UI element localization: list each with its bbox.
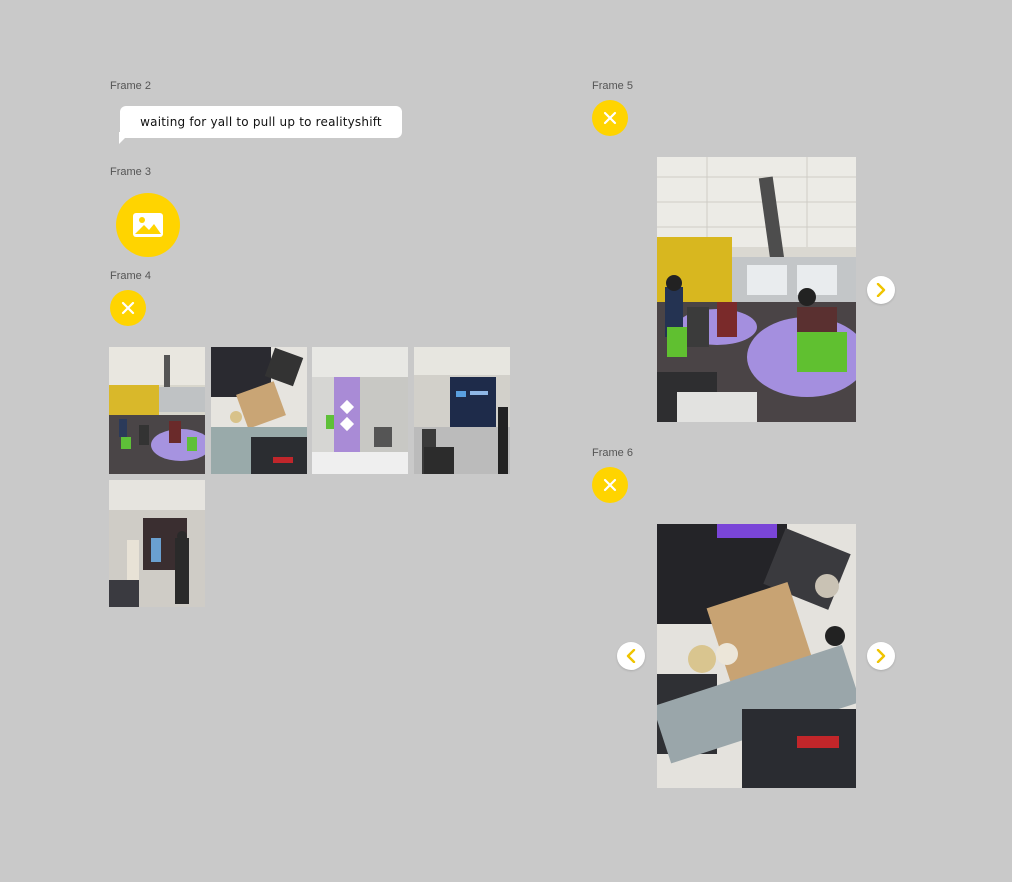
next-button[interactable] (867, 642, 895, 670)
frame-5-label: Frame 5 (592, 80, 633, 92)
close-button[interactable] (592, 467, 628, 503)
photo-thumbnail[interactable] (211, 347, 307, 474)
close-button[interactable] (592, 100, 628, 136)
photo-thumbnail[interactable] (109, 347, 205, 474)
laptop-photo (211, 347, 307, 474)
classroom-photo (109, 347, 205, 474)
photo-viewer-image (657, 157, 856, 422)
photo-thumbnail[interactable] (109, 480, 205, 607)
close-icon (121, 301, 135, 315)
close-icon (603, 111, 617, 125)
image-icon (133, 213, 163, 237)
next-button[interactable] (867, 276, 895, 304)
presentation-photo (414, 347, 510, 474)
chat-message: waiting for yall to pull up to realitysh… (140, 115, 382, 129)
image-upload-button[interactable] (116, 193, 180, 257)
chat-bubble: waiting for yall to pull up to realitysh… (120, 106, 402, 138)
photo-thumbnail[interactable] (414, 347, 510, 474)
close-icon (603, 478, 617, 492)
chevron-left-icon (626, 649, 636, 663)
frame-2-label: Frame 2 (110, 80, 151, 92)
previous-button[interactable] (617, 642, 645, 670)
photo-thumbnail[interactable] (312, 347, 408, 474)
frame-6-label: Frame 6 (592, 447, 633, 459)
banner-photo (312, 347, 408, 474)
close-button[interactable] (110, 290, 146, 326)
speaker-photo (109, 480, 205, 607)
classroom-photo (657, 157, 856, 422)
chevron-right-icon (876, 283, 886, 297)
laptop-photo (657, 524, 856, 788)
chevron-right-icon (876, 649, 886, 663)
frame-4-label: Frame 4 (110, 270, 151, 282)
frame-3-label: Frame 3 (110, 166, 151, 178)
photo-viewer-image (657, 524, 856, 788)
